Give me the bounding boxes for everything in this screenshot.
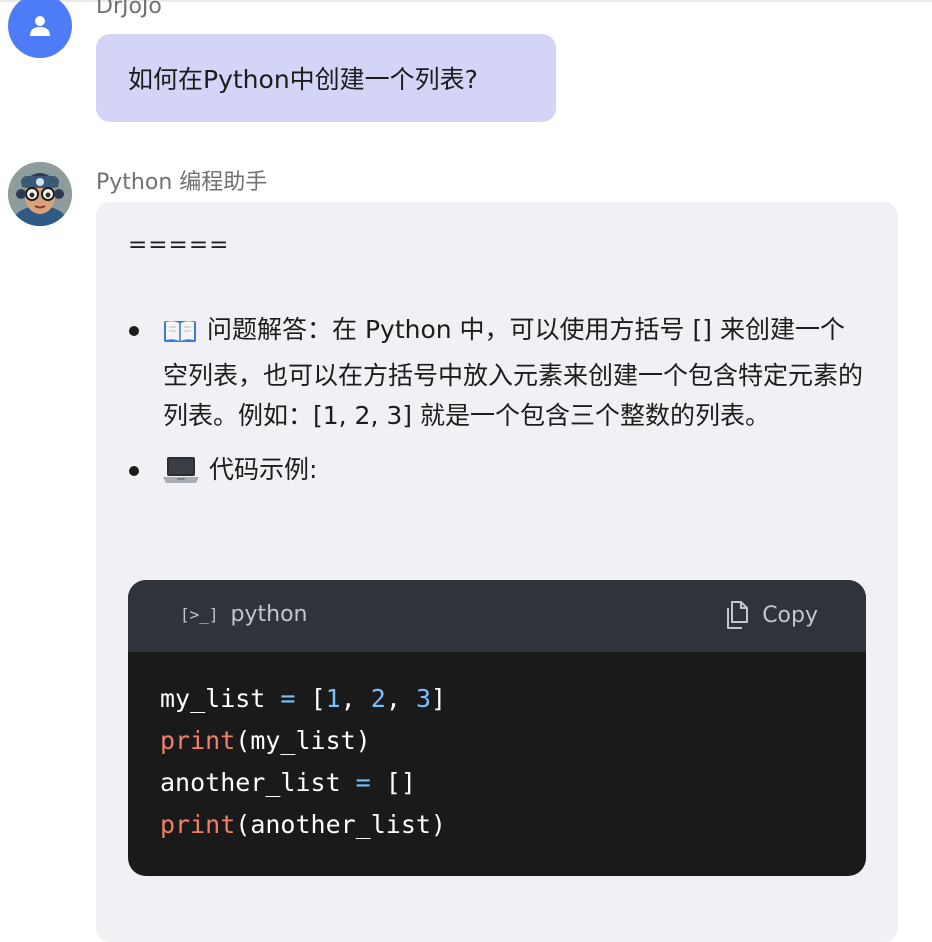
code-language-text: python <box>230 602 308 627</box>
code-line: my_list = [1, 2, 3] <box>160 678 834 720</box>
code-token: 1 <box>325 684 341 713</box>
code-block-header: [>_] python Copy <box>128 580 866 652</box>
bullet-text: 代码示例: <box>209 455 318 484</box>
laptop-icon <box>163 456 199 496</box>
robot-character-icon <box>8 162 72 226</box>
user-message-bubble: 如何在Python中创建一个列表? <box>96 34 556 122</box>
code-token: another_list <box>160 768 356 797</box>
code-token: , <box>340 684 371 713</box>
assistant-avatar[interactable] <box>8 162 72 226</box>
code-token: [ <box>295 684 326 713</box>
code-token: print <box>160 810 236 839</box>
list-item: 问题解答：在 Python 中，可以使用方括号 [] 来创建一个空列表，也可以在… <box>128 310 868 436</box>
bullet-text: 问题解答：在 Python 中，可以使用方括号 [] 来创建一个空列表，也可以在… <box>163 315 864 430</box>
code-token: , <box>385 684 416 713</box>
answer-bullet-list: 问题解答：在 Python 中，可以使用方括号 [] 来创建一个空列表，也可以在… <box>128 310 868 496</box>
code-token: my_list <box>160 684 281 713</box>
list-item: 代码示例: <box>128 450 868 496</box>
code-token: 2 <box>370 684 386 713</box>
user-name: DrJoJo <box>96 0 162 19</box>
open-book-icon <box>163 316 197 356</box>
code-token: [] <box>370 768 416 797</box>
code-block: [>_] python Copy my_list = [1, 2, 3] prin… <box>128 580 866 876</box>
copy-button[interactable]: Copy <box>724 600 818 630</box>
user-silhouette-icon <box>30 16 50 36</box>
code-token: = <box>280 684 296 713</box>
bullet-dot <box>129 326 139 336</box>
bullet-dot <box>129 466 139 476</box>
assistant-name: Python 编程助手 <box>96 170 268 195</box>
code-token: print <box>160 726 236 755</box>
user-message-text: 如何在Python中创建一个列表? <box>128 65 478 94</box>
code-line: print(my_list) <box>160 720 834 762</box>
assistant-message-bubble: ===== 问题解答：在 Python 中，可以使用方括号 [] 来创建一个空列… <box>96 202 898 942</box>
copy-label: Copy <box>762 602 818 628</box>
copy-icon <box>727 601 749 629</box>
terminal-icon: [>_] <box>180 605 219 624</box>
code-token: (another_list) <box>235 810 446 839</box>
code-content[interactable]: my_list = [1, 2, 3] print(my_list) another… <box>128 652 866 872</box>
user-avatar[interactable] <box>8 0 72 58</box>
code-token: 3 <box>415 684 431 713</box>
code-line: print(another_list) <box>160 804 834 846</box>
code-line: another_list = [] <box>160 762 834 804</box>
code-token: ] <box>431 684 447 713</box>
code-token: (my_list) <box>235 726 371 755</box>
code-language-label: [>_] python <box>180 602 308 627</box>
code-token: = <box>355 768 371 797</box>
separator-text: ===== <box>128 232 230 258</box>
